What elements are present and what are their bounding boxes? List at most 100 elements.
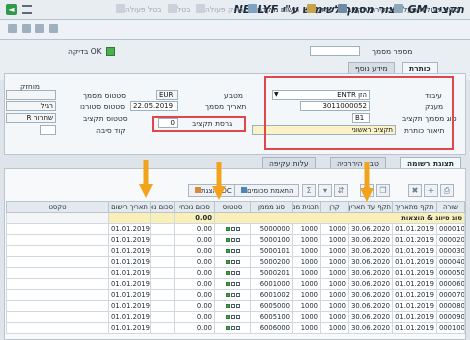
- program-cell[interactable]: 1000: [292, 234, 321, 246]
- copy-icon[interactable]: ❐: [376, 184, 390, 197]
- valid-from-cell[interactable]: 01.01.2019: [392, 256, 437, 268]
- print-icon[interactable]: ⎙: [440, 184, 454, 197]
- class-cell[interactable]: 6001002: [250, 289, 293, 301]
- amount-cell[interactable]: 0.00: [174, 234, 215, 246]
- table-row[interactable]: 000070 01.01.2019 30.06.2020 1000 1000 600100…: [6, 289, 465, 301]
- table-row[interactable]: 000030 01.01.2019 30.06.2020 1000 1000 500010…: [6, 245, 465, 257]
- table-row[interactable]: 000060 01.01.2019 30.06.2020 1000 1000 600100…: [6, 278, 465, 290]
- line-cell[interactable]: 000060: [436, 278, 465, 290]
- amount2-cell[interactable]: [150, 245, 175, 257]
- valid-from-cell[interactable]: 01.01.2019: [392, 245, 437, 257]
- valid-to-cell[interactable]: 30.06.2020: [348, 300, 393, 312]
- fund-cell[interactable]: 1000: [320, 245, 349, 257]
- posting-date-cell[interactable]: 01.01.2019: [108, 223, 151, 235]
- valid-to-cell[interactable]: 30.06.2020: [348, 245, 393, 257]
- line-cell[interactable]: 000020: [436, 234, 465, 246]
- column-header[interactable]: סוג מממן: [250, 201, 293, 213]
- column-header[interactable]: תקף עד תאריך: [348, 201, 393, 213]
- valid-from-cell[interactable]: 01.01.2019: [392, 289, 437, 301]
- table-row[interactable]: 000050 01.01.2019 30.06.2020 1000 1000 500020…: [6, 267, 465, 279]
- posting-date-cell[interactable]: 01.01.2019: [108, 245, 151, 257]
- table-row[interactable]: 000040 01.01.2019 30.06.2020 1000 1000 500020…: [6, 256, 465, 268]
- column-header[interactable]: קרן: [320, 201, 349, 213]
- column-header[interactable]: סטטוס: [214, 201, 251, 213]
- text-cell[interactable]: [6, 278, 109, 290]
- posting-date-cell[interactable]: 01.01.2019: [108, 256, 151, 268]
- line-cell[interactable]: 000040: [436, 256, 465, 268]
- class-cell[interactable]: 5000101: [250, 245, 293, 257]
- back-icon[interactable]: ◄: [6, 4, 17, 15]
- program-cell[interactable]: 1000: [292, 311, 321, 323]
- status-cell[interactable]: [214, 311, 251, 323]
- sum-icon[interactable]: [35, 24, 45, 33]
- posting-date-cell[interactable]: 01.01.2019: [108, 234, 151, 246]
- adjust-amounts-button[interactable]: התאמת סכומים: [234, 184, 299, 197]
- valid-from-cell[interactable]: 01.01.2019: [392, 267, 437, 279]
- edit-icon[interactable]: [21, 24, 31, 33]
- valid-to-cell[interactable]: 30.06.2020: [348, 322, 393, 334]
- table-row[interactable]: 000020 01.01.2019 30.06.2020 1000 1000 500010…: [6, 234, 465, 246]
- text-cell[interactable]: [6, 289, 109, 301]
- chart-icon[interactable]: [48, 24, 58, 33]
- program-cell[interactable]: 1000: [292, 278, 321, 290]
- program-cell[interactable]: 1000: [292, 289, 321, 301]
- line-cell[interactable]: 000100: [436, 322, 465, 334]
- table-row[interactable]: 000010 01.01.2019 30.06.2020 1000 1000 500000…: [6, 223, 465, 235]
- valid-to-cell[interactable]: 30.06.2020: [348, 256, 393, 268]
- program-cell[interactable]: 1000: [292, 322, 321, 334]
- amount2-cell[interactable]: [150, 300, 175, 312]
- valid-to-cell[interactable]: 30.06.2020: [348, 311, 393, 323]
- line-cell[interactable]: 000030: [436, 245, 465, 257]
- amount2-cell[interactable]: [150, 322, 175, 334]
- table-row[interactable]: 000080 01.01.2019 30.06.2020 1000 1000 600500…: [6, 300, 465, 312]
- toolbar-hold-button[interactable]: החזק: [305, 4, 334, 14]
- amount-cell[interactable]: 0.00: [174, 300, 215, 312]
- status-cell[interactable]: [214, 223, 251, 235]
- text-cell[interactable]: [6, 256, 109, 268]
- toolbar-cancel-action-button[interactable]: בטל פעולה: [114, 4, 161, 14]
- line-cell[interactable]: 000090: [436, 311, 465, 323]
- status-cell[interactable]: [214, 245, 251, 257]
- fund-cell[interactable]: 1000: [320, 300, 349, 312]
- doc-status-field[interactable]: [6, 90, 56, 100]
- valid-from-cell[interactable]: 01.01.2019: [392, 223, 437, 235]
- class-cell[interactable]: 6001000: [250, 278, 293, 290]
- budget-status-field[interactable]: R שחרור: [6, 113, 56, 123]
- class-cell[interactable]: 6005000: [250, 300, 293, 312]
- class-cell[interactable]: 5000200: [250, 256, 293, 268]
- fund-cell[interactable]: 1000: [320, 223, 349, 235]
- program-cell[interactable]: 1000: [292, 256, 321, 268]
- class-cell[interactable]: 5000201: [250, 267, 293, 279]
- status-cell[interactable]: [214, 267, 251, 279]
- amount2-cell[interactable]: [150, 256, 175, 268]
- fund-cell[interactable]: 1000: [320, 311, 349, 323]
- currency-field[interactable]: EUR: [156, 90, 178, 100]
- status-cell[interactable]: [214, 278, 251, 290]
- status-cell[interactable]: [214, 300, 251, 312]
- status-cell[interactable]: [214, 289, 251, 301]
- posting-date-cell[interactable]: 01.01.2019: [108, 322, 151, 334]
- status-cell[interactable]: [214, 322, 251, 334]
- column-header[interactable]: תכנית ממומנת: [292, 201, 321, 213]
- fund-cell[interactable]: 1000: [320, 322, 349, 334]
- amount-cell[interactable]: 0.00: [174, 289, 215, 301]
- doc-date-field[interactable]: 22.05.2019: [130, 101, 178, 111]
- amount-cell[interactable]: 0.00: [174, 256, 215, 268]
- toolbar-check-action-button[interactable]: בדוק פעולה: [194, 4, 244, 14]
- sort-icon[interactable]: ⇵: [334, 184, 348, 197]
- line-cell[interactable]: 000010: [436, 223, 465, 235]
- valid-to-cell[interactable]: 30.06.2020: [348, 234, 393, 246]
- fund-cell[interactable]: 1000: [320, 278, 349, 290]
- sum-icon[interactable]: Σ: [302, 184, 316, 197]
- text-cell[interactable]: [6, 245, 109, 257]
- column-header[interactable]: תאריך רישום: [108, 201, 151, 213]
- program-cell[interactable]: 1000: [292, 223, 321, 235]
- delete-icon[interactable]: ✖: [408, 184, 422, 197]
- valid-to-cell[interactable]: 30.06.2020: [348, 278, 393, 290]
- text-cell[interactable]: [6, 311, 109, 323]
- amount-cell[interactable]: 0.00: [174, 311, 215, 323]
- valid-from-cell[interactable]: 01.01.2019: [392, 300, 437, 312]
- amount2-cell[interactable]: [150, 234, 175, 246]
- amount-cell[interactable]: 0.00: [174, 278, 215, 290]
- posting-date-cell[interactable]: 01.01.2019: [108, 300, 151, 312]
